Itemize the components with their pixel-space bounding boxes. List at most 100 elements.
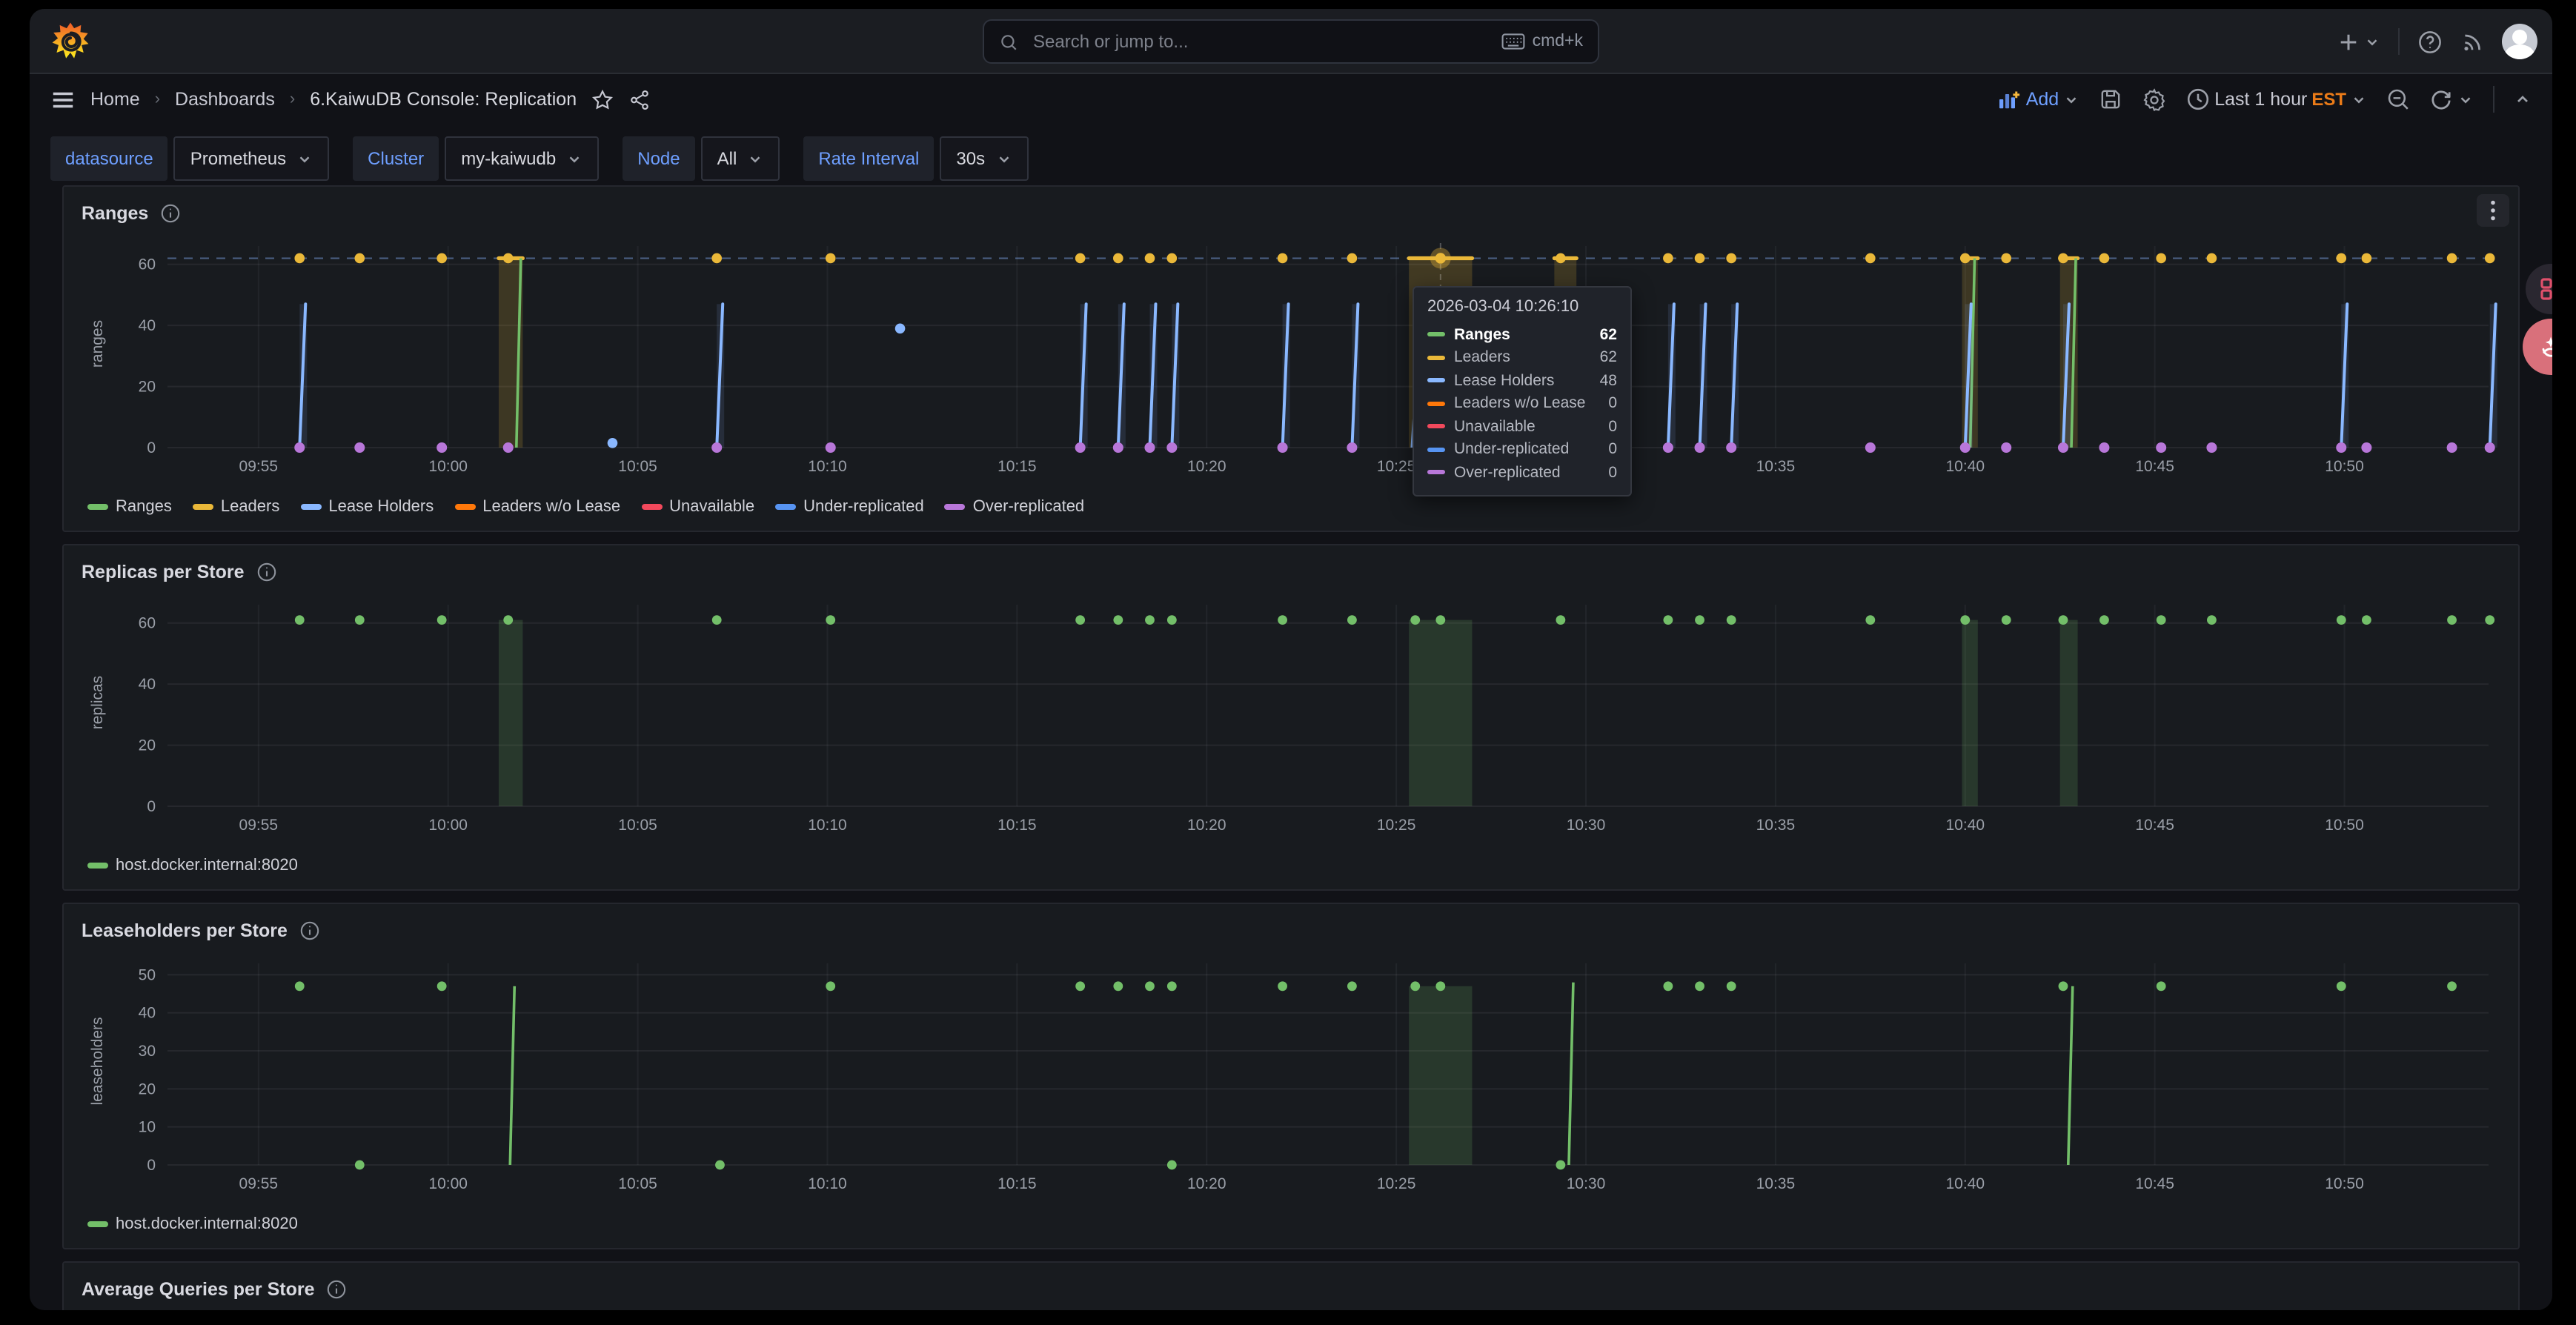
favorite-star-icon[interactable] [591,88,614,110]
time-range-picker[interactable]: Last 1 hour EST [2186,87,2367,111]
share-icon[interactable] [628,88,651,110]
info-icon[interactable] [256,562,277,582]
replicas-chart[interactable]: 09:5510:0010:0510:1010:1510:2010:2510:30… [82,590,2503,851]
search-bar[interactable]: cmd+k [983,19,1599,64]
svg-text:10:40: 10:40 [1945,458,1985,475]
svg-text:30: 30 [139,1043,156,1060]
legend-item[interactable]: Leaders w/o Lease [454,498,620,516]
dashboard-settings-button[interactable] [2142,87,2167,112]
legend-item[interactable]: Ranges [87,498,172,516]
svg-text:10:15: 10:15 [997,1175,1037,1192]
svg-text:10:50: 10:50 [2325,1175,2364,1192]
legend-label: Ranges [116,498,172,516]
svg-text:10: 10 [139,1119,156,1136]
news-button[interactable] [2460,30,2484,53]
variable-value-node[interactable]: All [701,136,780,181]
breadcrumb-home[interactable]: Home [90,89,140,110]
svg-text:40: 40 [139,676,156,693]
legend-swatch [945,505,966,510]
legend-item[interactable]: Under-replicated [775,498,924,516]
panel-leaseholders-per-store: Leaseholders per Store 09:5510:0010:0510… [62,903,2520,1249]
screenshot-stage: cmd+k Home › Dashboards › 6.KaiwuDB Cons… [0,0,2576,1325]
svg-text:10:50: 10:50 [2325,458,2364,475]
svg-text:10:10: 10:10 [808,458,847,475]
gear-icon [2142,87,2167,112]
grafana-logo-icon[interactable] [50,21,90,61]
tooltip-series-value: 62 [1600,349,1617,367]
svg-text:10:45: 10:45 [2135,1175,2174,1192]
tooltip-series-swatch [1427,379,1445,383]
zoom-out-icon [2386,87,2410,111]
svg-text:10:40: 10:40 [1945,817,1985,834]
svg-text:10:30: 10:30 [1567,817,1606,834]
legend-swatch [454,505,475,510]
extension-grid-button[interactable] [2526,264,2552,314]
svg-text:10:05: 10:05 [618,817,657,834]
legend-item[interactable]: Lease Holders [300,498,434,516]
panel-replicas-per-store: Replicas per Store 09:5510:0010:0510:101… [62,544,2520,891]
top-navbar: cmd+k [30,9,2552,74]
search-shortcut: cmd+k [1501,33,1583,50]
chevron-down-icon [566,150,582,167]
legend-label: Over-replicated [973,498,1084,516]
tooltip-series-label: Ranges [1454,326,1591,344]
legend-item[interactable]: host.docker.internal:8020 [87,857,298,874]
legend-swatch [193,505,213,510]
leaseholders-chart[interactable]: 09:5510:0010:0510:1010:1510:2010:2510:30… [82,949,2503,1209]
svg-text:20: 20 [139,1080,156,1097]
squares-icon [2539,277,2552,301]
save-dashboard-button[interactable] [2099,87,2122,111]
breadcrumb-dashboards[interactable]: Dashboards [175,89,275,110]
legend-item[interactable]: Leaders [193,498,280,516]
panel-title[interactable]: Replicas per Store [82,562,245,582]
svg-text:10:35: 10:35 [1756,1175,1796,1192]
collapse-controls-button[interactable] [2514,90,2532,108]
help-button[interactable] [2417,29,2443,54]
add-panel-button[interactable]: Add [1998,89,2080,110]
tooltip-series-value: 62 [1600,326,1617,344]
legend-swatch [300,505,321,510]
panel-title[interactable]: Average Queries per Store [82,1279,315,1300]
refresh-button[interactable] [2429,87,2474,111]
variable-value-datasource[interactable]: Prometheus [174,136,329,181]
chevron-up-icon [2514,90,2532,108]
help-icon [2417,29,2443,54]
info-icon[interactable] [327,1279,348,1300]
user-avatar[interactable] [2502,24,2537,59]
svg-text:10:00: 10:00 [428,817,468,834]
zoom-out-button[interactable] [2386,87,2410,111]
svg-text:10:25: 10:25 [1377,817,1416,834]
panel-menu-button[interactable] [2477,194,2509,227]
svg-text:10:35: 10:35 [1756,458,1796,475]
search-input[interactable] [1030,30,1490,53]
legend-item[interactable]: Over-replicated [945,498,1084,516]
svg-text:0: 0 [147,1157,156,1174]
tooltip-series-value: 48 [1600,372,1617,390]
leaseholders-legend: host.docker.internal:8020 [82,1209,2500,1239]
plus-icon [2337,30,2360,53]
ranges-legend: Ranges Leaders Lease Holders Leaders w/o Le… [82,492,2500,522]
legend-item[interactable]: host.docker.internal:8020 [87,1215,298,1233]
chevron-down-icon [296,150,313,167]
svg-text:60: 60 [139,256,156,273]
assistant-button[interactable] [2523,319,2552,375]
chevron-down-icon [747,150,763,167]
info-icon[interactable] [160,203,181,224]
variable-value-rate-interval[interactable]: 30s [940,136,1028,181]
tooltip-series-swatch [1427,425,1445,429]
menu-icon[interactable] [50,87,76,112]
ranges-chart[interactable]: 09:5510:0010:0510:1010:1510:2010:2510:30… [82,231,2503,492]
legend-item[interactable]: Unavailable [641,498,754,516]
svg-text:10:20: 10:20 [1187,817,1226,834]
svg-text:10:00: 10:00 [428,458,468,475]
divider [2493,86,2494,113]
panel-title[interactable]: Ranges [82,203,148,224]
info-icon[interactable] [299,920,320,941]
tooltip-series-label: Leaders w/o Lease [1454,395,1599,413]
search-icon [999,32,1018,51]
panel-title[interactable]: Leaseholders per Store [82,920,288,941]
variable-label-node: Node [623,136,694,181]
variable-value-cluster[interactable]: my-kaiwudb [445,136,599,181]
svg-text:09:55: 09:55 [239,458,279,475]
new-menu-button[interactable] [2337,30,2380,53]
